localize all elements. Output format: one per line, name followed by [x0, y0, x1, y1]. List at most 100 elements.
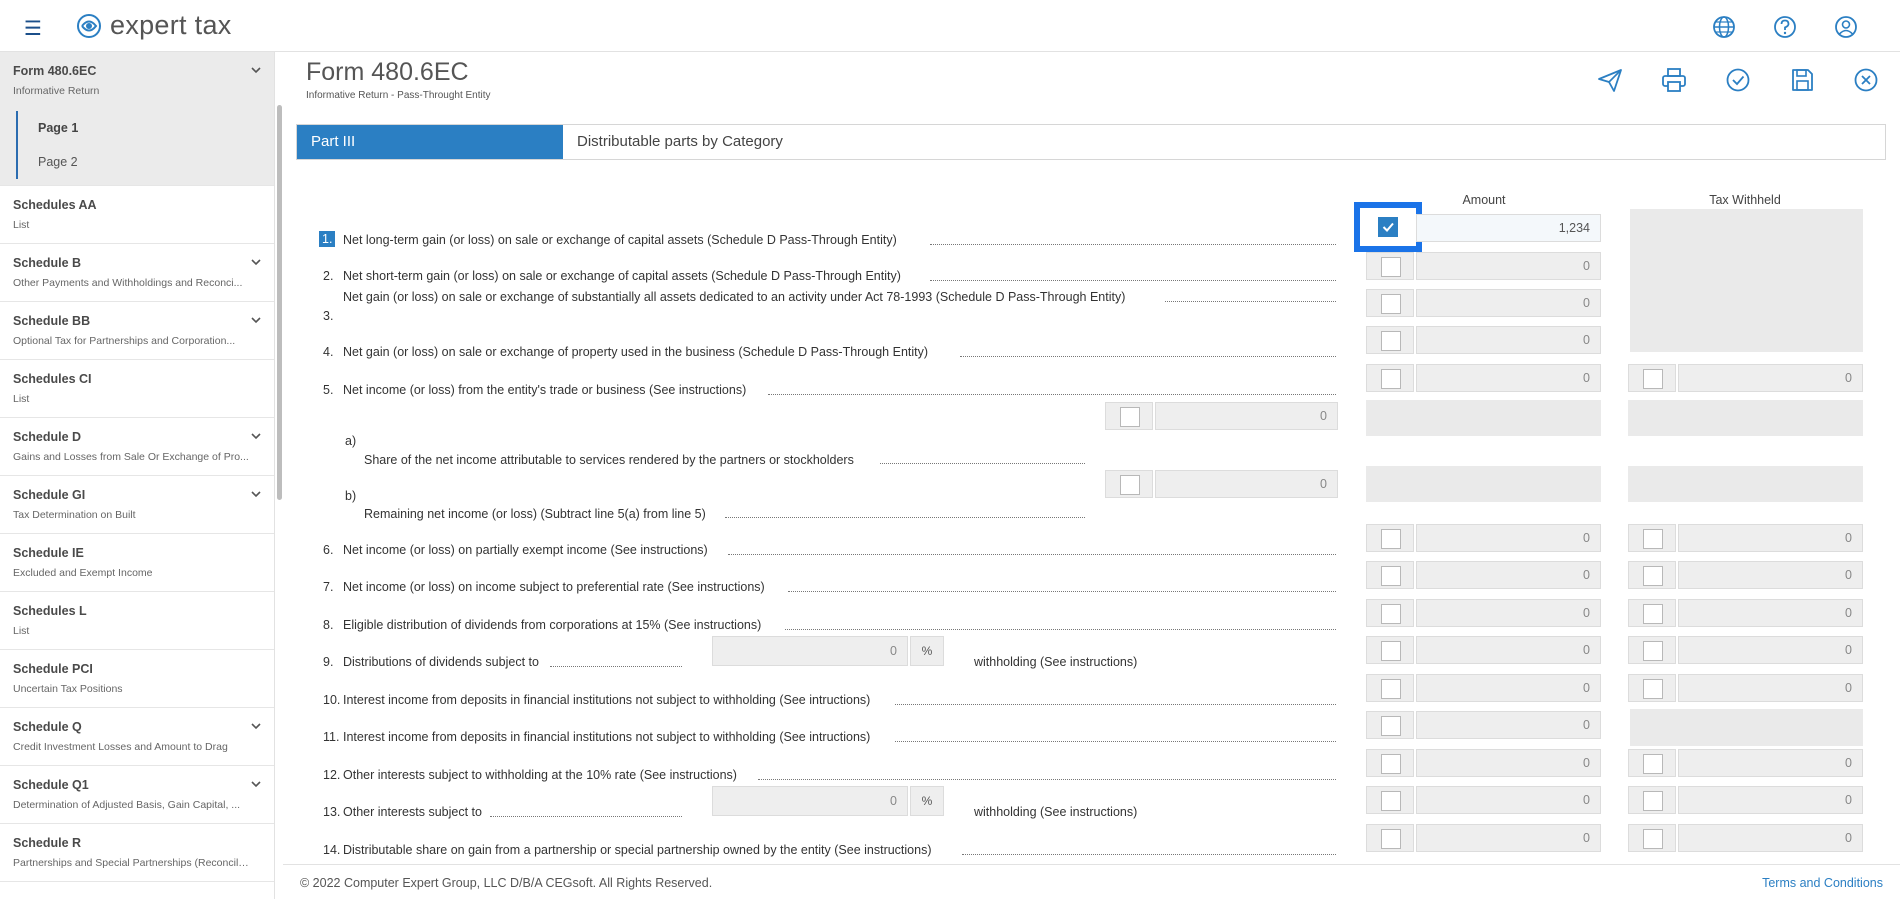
row-6-amount-input[interactable]: 0 — [1416, 524, 1601, 552]
sidebar-item-schedule-bb[interactable]: Schedule BB Optional Tax for Partnership… — [0, 302, 274, 360]
chevron-down-icon[interactable] — [250, 488, 262, 500]
row-3b-checkbox[interactable] — [1381, 331, 1401, 351]
sidebar-page-2[interactable]: Page 2 — [16, 145, 274, 179]
row-13-withheld-checkbox[interactable] — [1643, 791, 1663, 811]
chevron-down-icon[interactable] — [250, 430, 262, 442]
help-icon[interactable] — [1771, 13, 1799, 41]
row-7-checkbox[interactable] — [1381, 566, 1401, 586]
row-14-amount-input[interactable]: 0 — [1416, 824, 1601, 852]
row-14-checkbox[interactable] — [1381, 829, 1401, 849]
row-10-checkbox[interactable] — [1381, 679, 1401, 699]
tab-part-iii[interactable]: Part III — [297, 125, 563, 159]
row-5-withheld-input[interactable]: 0 — [1678, 364, 1863, 392]
row-label-suffix: withholding (See instructions) — [974, 805, 1138, 819]
validate-icon[interactable] — [1724, 66, 1752, 94]
sidebar-item-schedule-gi[interactable]: Schedule GI Tax Determination on Built — [0, 476, 274, 534]
row-12-withheld-input[interactable]: 0 — [1678, 749, 1863, 777]
row-9-withheld-checkbox[interactable] — [1643, 641, 1663, 661]
row-9-amount-input[interactable]: 0 — [1416, 636, 1601, 664]
sidebar-item-schedule-r[interactable]: Schedule R Partnerships and Special Part… — [0, 824, 274, 882]
row-6-withheld-input[interactable]: 0 — [1678, 524, 1863, 552]
sidebar-scrollbar[interactable] — [277, 105, 282, 500]
sidebar-item-schedule-pci[interactable]: Schedule PCI Uncertain Tax Positions — [0, 650, 274, 708]
checkbox-box — [1366, 674, 1414, 702]
row-8-withheld-checkbox[interactable] — [1643, 604, 1663, 624]
row-7-withheld-checkbox[interactable] — [1643, 566, 1663, 586]
row-number: 4. — [323, 345, 334, 359]
form-header: Form 480.6EC Informative Return - Pass-T… — [296, 54, 1900, 108]
row-10-amount-input[interactable]: 0 — [1416, 674, 1601, 702]
chevron-down-icon[interactable] — [250, 720, 262, 732]
row-5a-amount-disabled — [1366, 400, 1601, 436]
row-11-amount-input[interactable]: 0 — [1416, 711, 1601, 739]
top-bar: ☰ expert tax — [0, 0, 1900, 52]
row-9-withheld-input[interactable]: 0 — [1678, 636, 1863, 664]
sidebar-item-schedule-ie[interactable]: Schedule IE Excluded and Exempt Income — [0, 534, 274, 592]
close-icon[interactable] — [1852, 66, 1880, 94]
row-1-amount-input[interactable]: 1,234 — [1416, 214, 1601, 242]
row-label: Other interests subject to withholding a… — [343, 768, 737, 782]
row-6-checkbox[interactable] — [1381, 529, 1401, 549]
row-13-rate-input[interactable]: 0 — [712, 786, 908, 816]
row-8-checkbox[interactable] — [1381, 604, 1401, 624]
row-14-withheld-input[interactable]: 0 — [1678, 824, 1863, 852]
row-5b-checkbox[interactable] — [1120, 475, 1140, 495]
sidebar-item-schedule-q[interactable]: Schedule Q Credit Investment Losses and … — [0, 708, 274, 766]
row-12-checkbox[interactable] — [1381, 754, 1401, 774]
logo[interactable]: expert tax — [76, 10, 232, 41]
sidebar-item-schedules-aa[interactable]: Schedules AA List — [0, 186, 274, 244]
row-8-withheld-input[interactable]: 0 — [1678, 599, 1863, 627]
leader-dots — [758, 779, 1336, 780]
sidebar-item-schedule-d[interactable]: Schedule D Gains and Losses from Sale Or… — [0, 418, 274, 476]
save-icon[interactable] — [1788, 66, 1816, 94]
user-icon[interactable] — [1832, 13, 1860, 41]
row-12-amount-input[interactable]: 0 — [1416, 749, 1601, 777]
sidebar-item-schedule-b[interactable]: Schedule B Other Payments and Withholdin… — [0, 244, 274, 302]
row-1-checkbox[interactable] — [1378, 217, 1398, 237]
chevron-down-icon[interactable] — [250, 256, 262, 268]
menu-icon[interactable]: ☰ — [24, 16, 42, 41]
row-3-checkbox[interactable] — [1381, 294, 1401, 314]
row-2-checkbox[interactable] — [1381, 257, 1401, 277]
row-9-rate-input[interactable]: 0 — [712, 636, 908, 666]
row-8-amount-input[interactable]: 0 — [1416, 599, 1601, 627]
row-5-amount-input[interactable]: 0 — [1416, 364, 1601, 392]
sidebar-page-1[interactable]: Page 1 — [16, 111, 274, 145]
row-14-withheld-checkbox[interactable] — [1643, 829, 1663, 849]
row-2-amount-input[interactable]: 0 — [1416, 252, 1601, 280]
tab-distributable-parts[interactable]: Distributable parts by Category — [563, 125, 797, 159]
sidebar-item-form-480-6ec[interactable]: Form 480.6EC Informative Return — [0, 52, 274, 108]
row-3b-amount-input[interactable]: 0 — [1416, 326, 1601, 354]
print-icon[interactable] — [1660, 66, 1688, 94]
sidebar-item-schedules-l[interactable]: Schedules L List — [0, 592, 274, 650]
send-icon[interactable] — [1596, 66, 1624, 94]
row-3-amount-input[interactable]: 0 — [1416, 289, 1601, 317]
row-10-withheld-input[interactable]: 0 — [1678, 674, 1863, 702]
sidebar-item-schedule-q1[interactable]: Schedule Q1 Determination of Adjusted Ba… — [0, 766, 274, 824]
row-13-checkbox[interactable] — [1381, 791, 1401, 811]
chevron-down-icon[interactable] — [250, 778, 262, 790]
row-7-withheld-input[interactable]: 0 — [1678, 561, 1863, 589]
row-11-checkbox[interactable] — [1381, 716, 1401, 736]
row-13-amount-input[interactable]: 0 — [1416, 786, 1601, 814]
sidebar-item-subtitle: Determination of Adjusted Basis, Gain Ca… — [13, 799, 241, 811]
chevron-down-icon[interactable] — [250, 314, 262, 326]
sidebar-item-schedules-ci[interactable]: Schedules CI List — [0, 360, 274, 418]
row-5b-input[interactable]: 0 — [1155, 470, 1338, 498]
row-5a-input[interactable]: 0 — [1155, 402, 1338, 430]
sidebar-item-title: Schedule GI — [13, 488, 86, 502]
row-5a-checkbox[interactable] — [1120, 407, 1140, 427]
globe-icon[interactable] — [1710, 13, 1738, 41]
row-5-checkbox[interactable] — [1381, 369, 1401, 389]
terms-link[interactable]: Terms and Conditions — [1762, 876, 1883, 890]
row-5-withheld-checkbox[interactable] — [1643, 369, 1663, 389]
row-7-amount-input[interactable]: 0 — [1416, 561, 1601, 589]
row-6-withheld-checkbox[interactable] — [1643, 529, 1663, 549]
row-13-withheld-input[interactable]: 0 — [1678, 786, 1863, 814]
row-12-withheld-checkbox[interactable] — [1643, 754, 1663, 774]
row-10-withheld-checkbox[interactable] — [1643, 679, 1663, 699]
sidebar-item-subtitle: Optional Tax for Partnerships and Corpor… — [13, 335, 236, 347]
sidebar-item-subtitle: Other Payments and Withholdings and Reco… — [13, 277, 243, 289]
chevron-down-icon[interactable] — [250, 64, 262, 76]
row-9-checkbox[interactable] — [1381, 641, 1401, 661]
